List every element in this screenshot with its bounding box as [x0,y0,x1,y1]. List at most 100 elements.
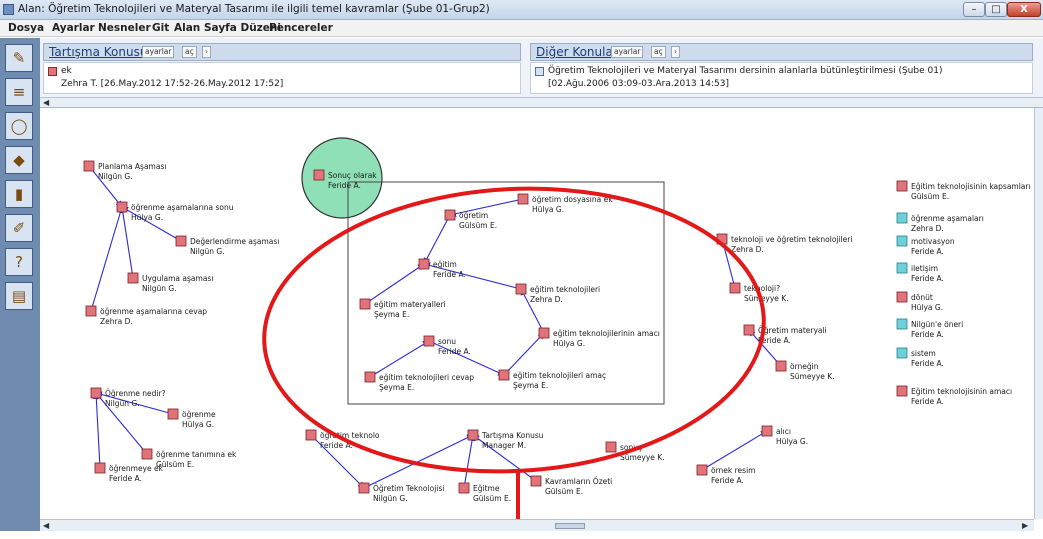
concept-node[interactable]: EğitmeGülsüm E. [458,482,511,503]
concept-node[interactable]: Eğitim teknolojisinin amacıFeride A. [896,385,1012,406]
discussion-item-name[interactable]: ek [61,66,72,76]
vertical-scrollbar[interactable] [1034,108,1043,519]
node-icon[interactable] [83,160,95,172]
scroll-left-icon[interactable]: ◀ [43,98,49,107]
node-icon[interactable] [761,425,773,437]
concept-node[interactable]: eğitim teknolojileri cevapŞeyma E. [364,371,474,392]
node-icon[interactable] [127,272,139,284]
other-topics-open-button[interactable]: aç [651,46,666,58]
concept-node[interactable]: eğitim teknolojileriZehra D. [515,283,600,304]
concept-node[interactable]: Uygulama aşamasıNilgün G. [127,272,213,293]
discussion-open-button[interactable]: aç [182,46,197,58]
node-icon[interactable] [896,212,908,224]
scroll-thumb[interactable] [555,523,585,529]
discussion-settings-button[interactable]: ayarlar [142,46,175,58]
node-icon[interactable] [90,387,102,399]
concept-node[interactable]: eğitim teknolojileri amaçŞeyma E. [498,369,606,390]
node-icon[interactable] [896,385,908,397]
node-icon[interactable] [423,335,435,347]
concept-node[interactable]: iletişimFeride A. [896,262,944,283]
concept-node[interactable]: eğitim teknolojilerinin amacıHülya G. [538,327,660,348]
help-icon[interactable]: ? [5,248,33,276]
concept-node[interactable]: öğrenme aşamalarıZehra D. [896,212,984,233]
menu-alan[interactable]: Alan [174,22,200,34]
stack-icon[interactable]: ◆ [5,146,33,174]
pencil-icon[interactable]: ✎ [5,44,33,72]
node-icon[interactable] [896,291,908,303]
node-icon[interactable] [517,193,529,205]
node-icon[interactable] [743,324,755,336]
node-icon[interactable] [530,475,542,487]
node-icon[interactable] [896,318,908,330]
node-icon[interactable] [85,305,97,317]
concept-node[interactable]: alıcıHülya G. [761,425,808,446]
node-icon[interactable] [418,258,430,270]
other-topics-item-name[interactable]: Öğretim Teknolojileri ve Materyal Tasarı… [548,66,942,76]
node-icon[interactable] [94,462,106,474]
close-button[interactable]: X [1007,2,1041,17]
node-icon[interactable] [444,209,456,221]
node-icon[interactable] [605,441,617,453]
other-topics-next-button[interactable]: › [671,46,680,58]
concept-node[interactable]: öğretim dosyasına ekHülya G. [517,193,613,214]
minimize-button[interactable]: – [963,2,985,17]
horizontal-scrollbar[interactable]: ◀ ▶ [40,519,1034,531]
concept-node[interactable]: Değerlendirme aşamasıNilgün G. [175,235,279,256]
node-icon[interactable] [498,369,510,381]
node-icon[interactable] [896,180,908,192]
node-icon[interactable] [538,327,550,339]
concept-node[interactable]: dönütHülya G. [896,291,943,312]
concept-node[interactable]: örnek resimFeride A. [696,464,755,485]
menu-pencereler[interactable]: Pencereler [269,22,333,34]
node-icon[interactable] [141,448,153,460]
menu-ayarlar[interactable]: Ayarlar [52,22,95,34]
circle-tool-icon[interactable]: ◯ [5,112,33,140]
concept-node[interactable]: öğrenmeHülya G. [167,408,216,429]
node-icon[interactable] [458,482,470,494]
node-icon[interactable] [896,262,908,274]
concept-node[interactable]: sistemFeride A. [896,347,944,368]
node-icon[interactable] [358,482,370,494]
concept-node[interactable]: öğretimGülsüm E. [444,209,497,230]
concept-node[interactable]: Nilgün'e öneriFeride A. [896,318,963,339]
other-topics-settings-button[interactable]: ayarlar [611,46,644,58]
page-icon[interactable]: ▤ [5,282,33,310]
concept-node[interactable]: öğrenme aşamalarına sonuHülya G. [116,201,234,222]
menu-dosya[interactable]: Dosya [8,22,44,34]
node-icon[interactable] [515,283,527,295]
concept-node[interactable]: sonuçSümeyye K. [605,441,665,462]
concept-node[interactable]: örneğinSümeyye K. [775,360,835,381]
menu-git[interactable]: Git [152,22,169,34]
node-icon[interactable] [775,360,787,372]
concept-node[interactable]: öğrenmeye ekFeride A. [94,462,164,483]
node-icon[interactable] [359,298,371,310]
concept-node[interactable]: Planlama AşamasıNilgün G. [83,160,166,181]
node-icon[interactable] [175,235,187,247]
brush-icon[interactable]: ✐ [5,214,33,242]
node-icon[interactable] [896,235,908,247]
discussion-next-button[interactable]: › [202,46,211,58]
discussion-panel-title[interactable]: Tartışma Konusu [49,45,147,59]
other-topics-panel-title[interactable]: Diğer Konular [536,45,618,59]
concept-node[interactable]: Eğitim teknolojisinin kapsamlarıGülsüm E… [896,180,1031,201]
concept-node[interactable]: Kavramların ÖzetiGülsüm E. [530,475,612,496]
concept-node[interactable]: teknoloji ve öğretim teknolojileriZehra … [716,233,852,254]
maximize-button[interactable]: □ [985,2,1007,17]
concept-map-canvas[interactable]: Planlama Aşaması Nilgün G. öğrenme aşamala… [40,108,1034,519]
concept-node[interactable]: Öğretim materyaliFeride A. [743,324,827,345]
node-icon[interactable] [305,429,317,441]
node-icon[interactable] [467,429,479,441]
concept-node[interactable]: öğrenme aşamalarına cevapZehra D. [85,305,207,326]
node-icon[interactable] [364,371,376,383]
concept-node[interactable]: Öğrenme nedir?Nilgün G. [90,387,166,408]
node-icon[interactable] [167,408,179,420]
concept-node[interactable]: Öğretim TeknolojisiNilgün G. [358,482,444,503]
concept-node[interactable]: sonuFeride A. [423,335,471,356]
chart-icon[interactable]: ▮ [5,180,33,208]
scroll-left-icon[interactable]: ◀ [43,521,49,530]
node-icon[interactable] [116,201,128,213]
node-icon[interactable] [896,347,908,359]
concept-node[interactable]: eğitim materyalleriŞeyma E. [359,298,446,319]
concept-node[interactable]: motivasyonFeride A. [896,235,955,256]
node-icon[interactable] [696,464,708,476]
